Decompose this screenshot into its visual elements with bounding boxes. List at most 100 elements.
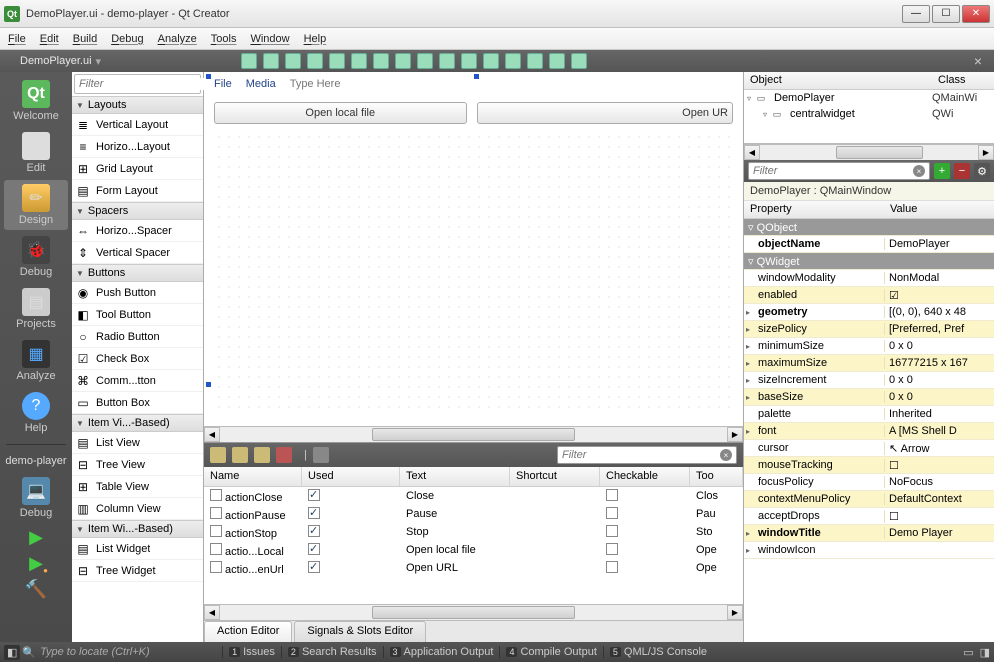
- property-row[interactable]: ▿ QObject: [744, 219, 994, 236]
- widget-item[interactable]: ◧Tool Button: [72, 304, 203, 326]
- object-tree[interactable]: ▿▭DemoPlayerQMainWi▿▭centralwidgetQWi: [744, 90, 994, 144]
- run-debug-button[interactable]: ▶●: [24, 551, 48, 575]
- menu-window[interactable]: Window: [250, 33, 289, 45]
- property-row[interactable]: ▸maximumSize16777215 x 167: [744, 355, 994, 372]
- widget-item[interactable]: ⊞Table View: [72, 476, 203, 498]
- mode-help[interactable]: ?Help: [4, 388, 68, 438]
- tool-icon[interactable]: [571, 53, 587, 69]
- delete-action-icon[interactable]: [276, 447, 292, 463]
- property-row[interactable]: enabled☑: [744, 287, 994, 304]
- property-row[interactable]: ▿ QWidget: [744, 253, 994, 270]
- tool-icon[interactable]: [417, 53, 433, 69]
- property-row[interactable]: objectNameDemoPlayer: [744, 236, 994, 253]
- widget-item[interactable]: ⊟Tree View: [72, 454, 203, 476]
- property-row[interactable]: ▸sizePolicy[Preferred, Pref: [744, 321, 994, 338]
- widget-item[interactable]: ⊞Grid Layout: [72, 158, 203, 180]
- maximize-button[interactable]: ☐: [932, 5, 960, 23]
- property-list[interactable]: ▿ QObjectobjectNameDemoPlayer▿ QWidgetwi…: [744, 219, 994, 642]
- action-row[interactable]: actio...LocalOpen local fileOpe: [204, 541, 743, 559]
- widget-item[interactable]: ◉Push Button: [72, 282, 203, 304]
- property-row[interactable]: ▸minimumSize0 x 0: [744, 338, 994, 355]
- paste-action-icon[interactable]: [254, 447, 270, 463]
- remove-prop-icon[interactable]: −: [954, 163, 970, 179]
- tool-icon[interactable]: [373, 53, 389, 69]
- property-row[interactable]: cursor↖ Arrow: [744, 440, 994, 457]
- object-row[interactable]: ▿▭DemoPlayerQMainWi: [744, 90, 994, 106]
- property-row[interactable]: contextMenuPolicyDefaultContext: [744, 491, 994, 508]
- tool-icon[interactable]: [549, 53, 565, 69]
- property-row[interactable]: ▸geometry[(0, 0), 640 x 48: [744, 304, 994, 321]
- tool-icon[interactable]: [329, 53, 345, 69]
- document-name[interactable]: DemoPlayer.ui: [20, 55, 92, 67]
- clear-icon[interactable]: ×: [913, 165, 925, 177]
- tool-icon[interactable]: [263, 53, 279, 69]
- action-row[interactable]: actio...enUrlOpen URLOpe: [204, 559, 743, 577]
- widget-section[interactable]: ▼Item Vi...-Based): [72, 414, 203, 432]
- mode-design[interactable]: ✏Design: [4, 180, 68, 230]
- toggle-sidebar-icon[interactable]: ◧: [4, 645, 20, 660]
- toggle-right-icon[interactable]: ◨: [980, 646, 990, 659]
- mode-projects[interactable]: ▤Projects: [4, 284, 68, 334]
- build-button[interactable]: 🔨: [24, 577, 48, 601]
- widget-section[interactable]: ▼Spacers: [72, 202, 203, 220]
- property-row[interactable]: paletteInherited: [744, 406, 994, 423]
- obj-hscroll[interactable]: ◀▶: [744, 144, 994, 160]
- widget-item[interactable]: ○Radio Button: [72, 326, 203, 348]
- widget-item[interactable]: ▤Form Layout: [72, 180, 203, 202]
- open-local-button[interactable]: Open local file: [214, 102, 467, 124]
- property-row[interactable]: focusPolicyNoFocus: [744, 474, 994, 491]
- mode-welcome[interactable]: QtWelcome: [4, 76, 68, 126]
- widget-item[interactable]: ▤List View: [72, 432, 203, 454]
- status-panel[interactable]: 2Search Results: [281, 646, 383, 658]
- tab-action-editor[interactable]: Action Editor: [204, 621, 292, 642]
- canvas-hscroll[interactable]: ◀▶: [204, 426, 743, 442]
- mode-debug[interactable]: 🐞Debug: [4, 232, 68, 282]
- tool-icon[interactable]: [241, 53, 257, 69]
- status-panel[interactable]: 3Application Output: [383, 646, 500, 658]
- widget-filter-input[interactable]: [79, 78, 222, 90]
- copy-action-icon[interactable]: [232, 447, 248, 463]
- action-row[interactable]: actionPausePausePau: [204, 505, 743, 523]
- mode-analyze[interactable]: ▦Analyze: [4, 336, 68, 386]
- menu-debug[interactable]: Debug: [111, 33, 143, 45]
- widget-section[interactable]: ▼Item Wi...-Based): [72, 520, 203, 538]
- status-panel[interactable]: 4Compile Output: [499, 646, 602, 658]
- action-row[interactable]: actionCloseCloseClos: [204, 487, 743, 505]
- property-row[interactable]: ▸fontA [MS Shell D: [744, 423, 994, 440]
- status-panel[interactable]: 1Issues: [222, 646, 281, 658]
- widget-item[interactable]: ☑Check Box: [72, 348, 203, 370]
- tool-icon[interactable]: [505, 53, 521, 69]
- menu-help[interactable]: Help: [304, 33, 327, 45]
- tool-icon[interactable]: [439, 53, 455, 69]
- progress-icon[interactable]: ▭: [963, 646, 973, 659]
- open-url-button[interactable]: Open UR: [477, 102, 734, 124]
- menu-build[interactable]: Build: [73, 33, 97, 45]
- tab-signals-slots[interactable]: Signals & Slots Editor: [294, 621, 426, 642]
- widget-item[interactable]: ⊟Tree Widget: [72, 560, 203, 582]
- action-filter[interactable]: ×: [557, 446, 737, 464]
- widget-item[interactable]: ▭Button Box: [72, 392, 203, 414]
- minimize-button[interactable]: —: [902, 5, 930, 23]
- action-row[interactable]: actionStopStopSto: [204, 523, 743, 541]
- add-prop-icon[interactable]: +: [934, 163, 950, 179]
- status-panel[interactable]: 5QML/JS Console: [603, 646, 713, 658]
- form-canvas[interactable]: FileMediaType Here Open local file Open …: [204, 72, 743, 426]
- mode-edit[interactable]: ✎Edit: [4, 128, 68, 178]
- run-button[interactable]: ▶: [24, 525, 48, 549]
- property-row[interactable]: windowModalityNonModal: [744, 270, 994, 287]
- property-row[interactable]: ▸sizeIncrement0 x 0: [744, 372, 994, 389]
- tool-icon[interactable]: [395, 53, 411, 69]
- config-icon[interactable]: [313, 447, 329, 463]
- tool-icon[interactable]: [351, 53, 367, 69]
- widget-item[interactable]: ⇔Horizo...Spacer: [72, 220, 203, 242]
- close-doc-icon[interactable]: ×: [974, 53, 982, 69]
- tool-icon[interactable]: [483, 53, 499, 69]
- menu-edit[interactable]: Edit: [40, 33, 59, 45]
- object-row[interactable]: ▿▭centralwidgetQWi: [744, 106, 994, 122]
- tool-icon[interactable]: [461, 53, 477, 69]
- action-hscroll[interactable]: ◀▶: [204, 604, 743, 620]
- tool-icon[interactable]: [285, 53, 301, 69]
- property-row[interactable]: ▸windowTitleDemo Player: [744, 525, 994, 542]
- menu-tools[interactable]: Tools: [211, 33, 237, 45]
- property-row[interactable]: mouseTracking☐: [744, 457, 994, 474]
